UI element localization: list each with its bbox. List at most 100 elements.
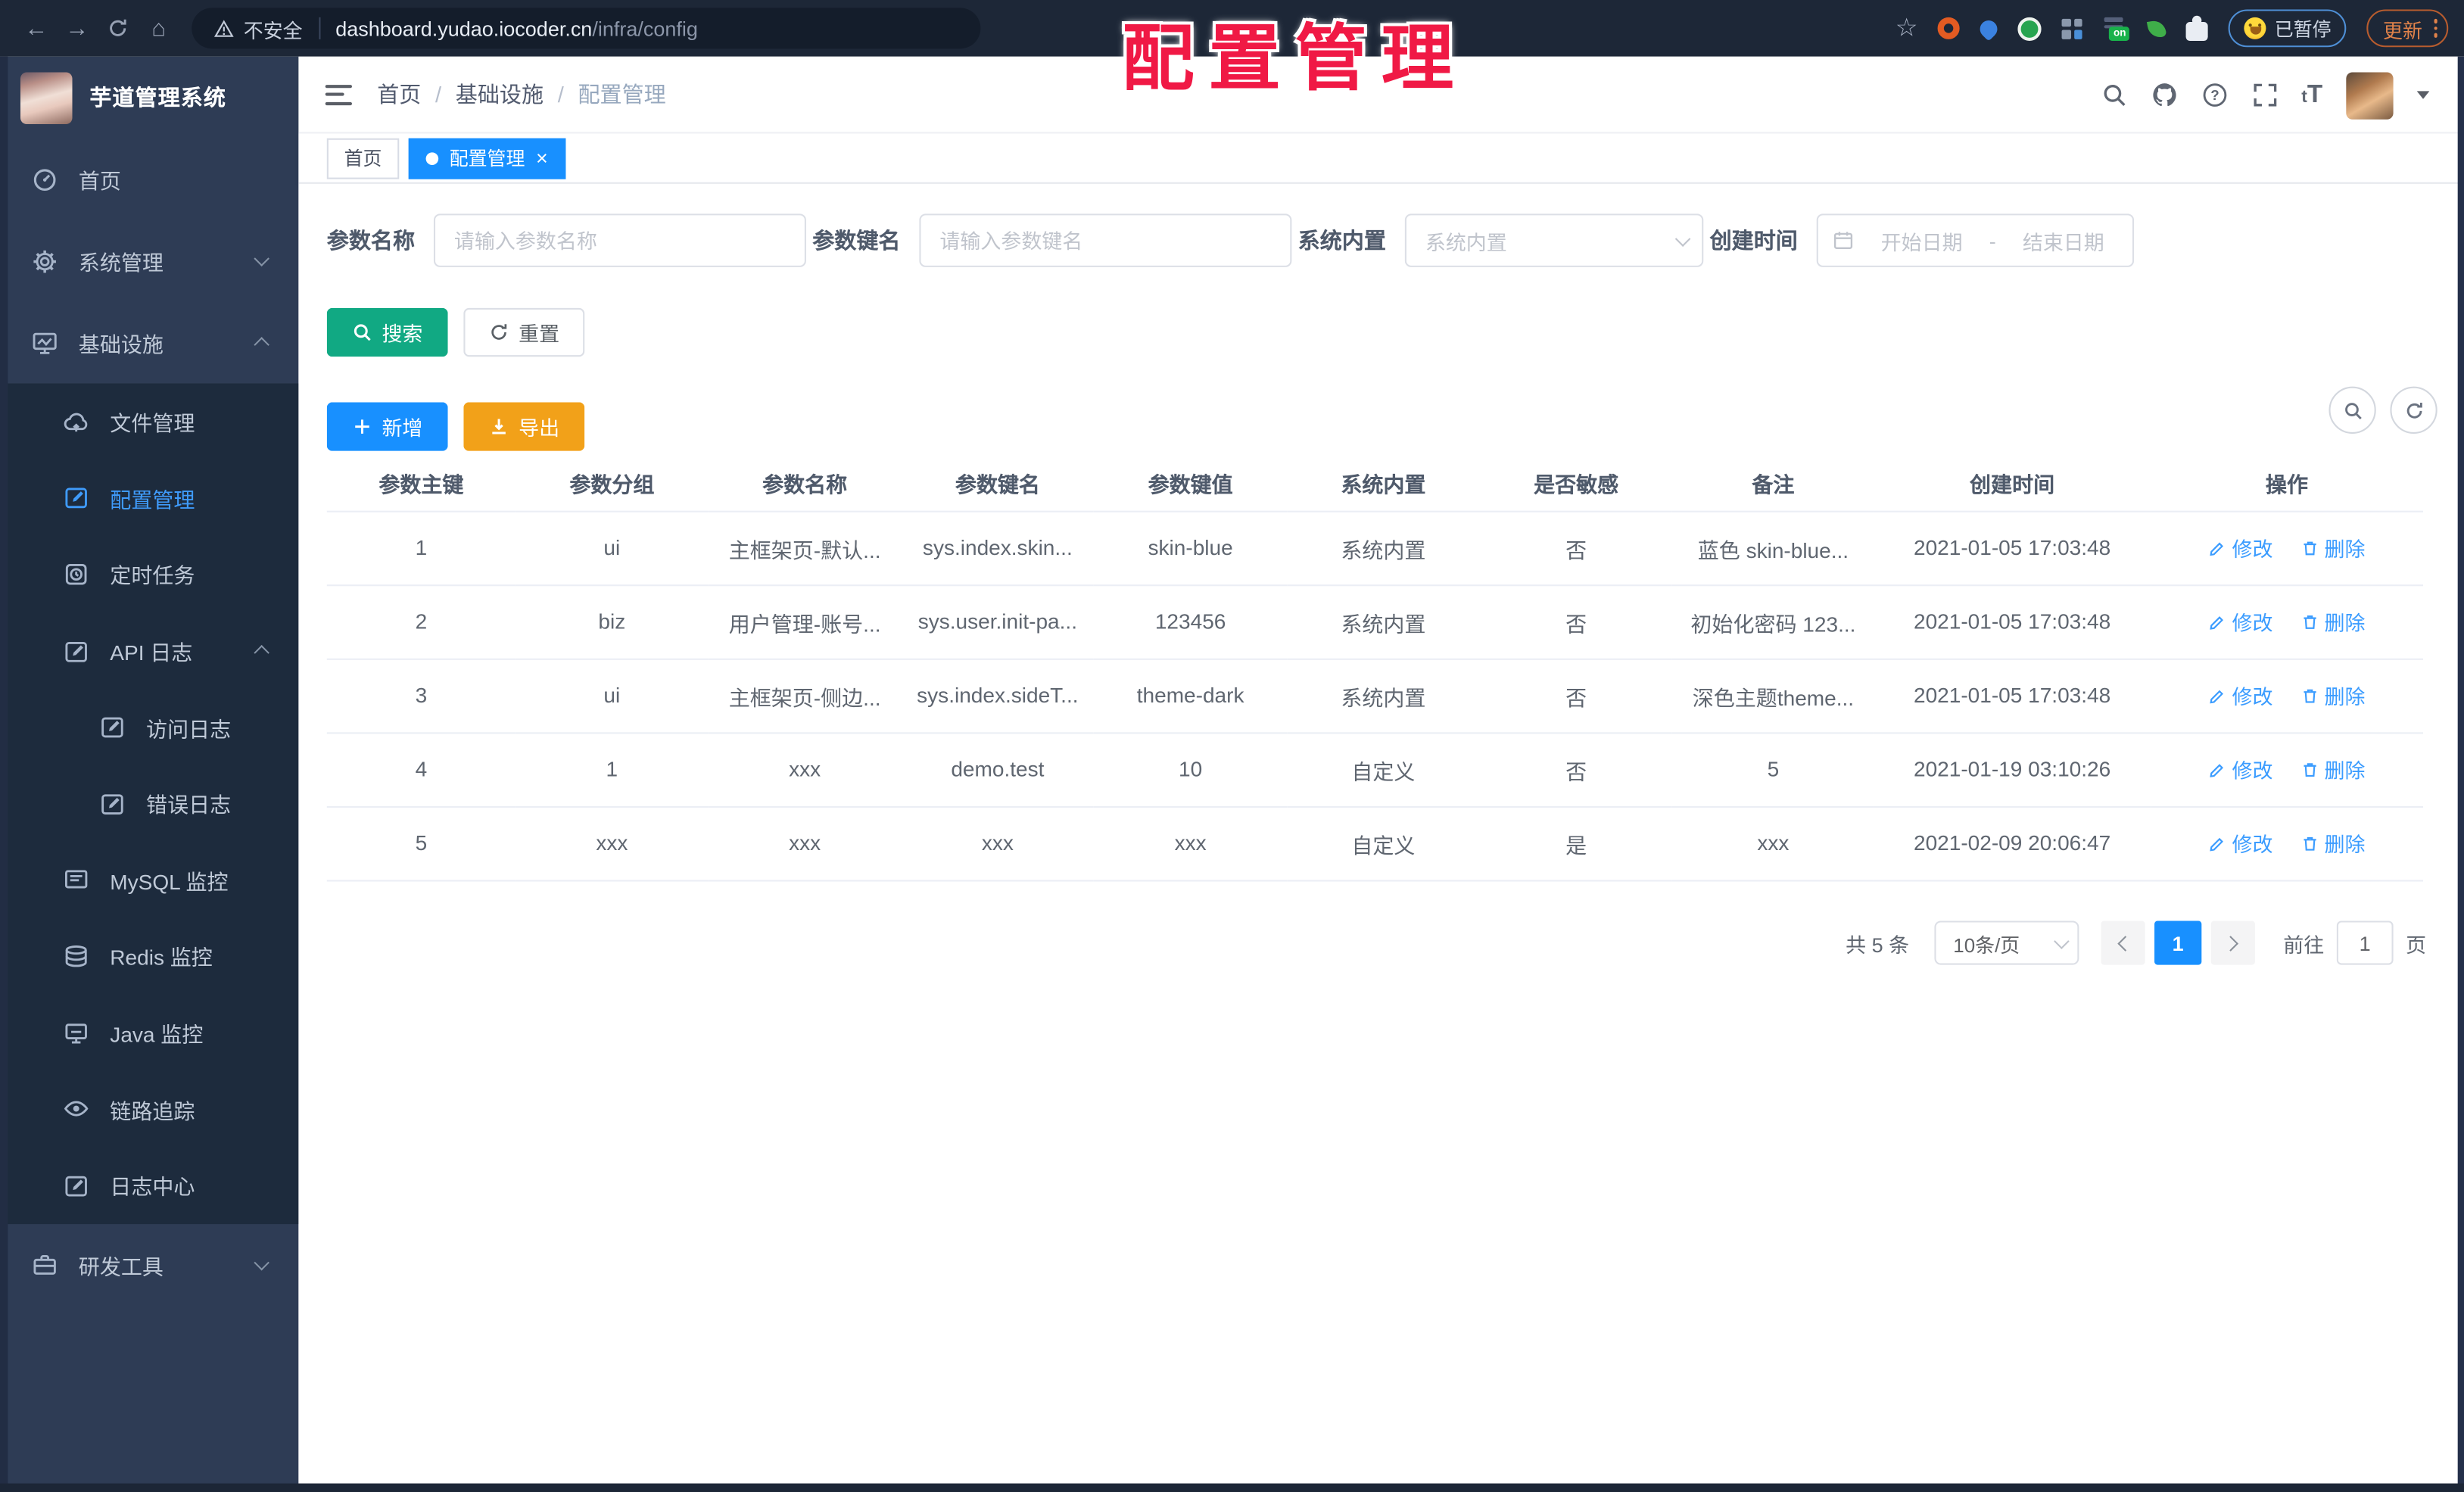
sidebar-item-system[interactable]: 系统管理 (0, 220, 298, 302)
search-icon[interactable] (2101, 82, 2127, 108)
address-bar[interactable]: 不安全 dashboard.yudao.iocoder.cn /infra/co… (192, 8, 981, 49)
emoji-face-icon (2244, 17, 2267, 39)
extension-donut-icon[interactable] (1938, 17, 1961, 39)
actions-cell: 修改 删除 (2150, 658, 2424, 734)
refresh-table-button[interactable] (2390, 386, 2438, 434)
reset-button[interactable]: 重置 (463, 307, 585, 357)
font-size-icon[interactable]: tT (2301, 81, 2322, 109)
help-icon[interactable]: ? (2201, 82, 2227, 108)
edit-link[interactable]: 修改 (2208, 533, 2272, 562)
delete-link[interactable]: 删除 (2300, 606, 2366, 636)
cell: 2021-02-09 20:06:47 (1874, 805, 2151, 881)
home-icon[interactable]: ⌂ (139, 8, 179, 48)
sidebar-item-mysql-monitor[interactable]: MySQL 监控 (0, 842, 298, 918)
delete-link[interactable]: 删除 (2300, 754, 2366, 783)
back-icon[interactable]: ← (16, 8, 57, 48)
browser-menu-icon[interactable] (2433, 19, 2438, 38)
sidebar-item-dev-tools[interactable]: 研发工具 (0, 1223, 298, 1305)
tab-config-management[interactable]: 配置管理 × (408, 137, 565, 179)
cell: 初始化密码 123... (1672, 584, 1874, 659)
page-size-select[interactable]: 10条/页 (1934, 920, 2079, 965)
cell: 主框架页-侧边... (708, 658, 902, 734)
cell: 否 (1479, 510, 1673, 586)
sidebar-item-error-logs[interactable]: 错误日志 (0, 765, 298, 842)
sidebar-item-label: 访问日志 (146, 718, 232, 742)
app-logo-row[interactable]: 芋道管理系统 (0, 57, 298, 139)
search-icon (2342, 400, 2363, 420)
param-key-input[interactable] (919, 213, 1292, 267)
date-range-picker[interactable]: 开始日期 - 结束日期 (1816, 213, 2135, 267)
breadcrumb-separator: / (557, 81, 564, 107)
breadcrumb-infra[interactable]: 基础设施 (456, 79, 544, 111)
sidebar-collapse-icon[interactable] (325, 84, 352, 105)
github-icon[interactable] (2151, 82, 2177, 108)
cell: 否 (1479, 732, 1673, 807)
window-edge-bottom (0, 1482, 2464, 1492)
current-page-button[interactable]: 1 (2154, 920, 2202, 965)
search-button[interactable]: 搜索 (326, 307, 448, 357)
sidebar-item-home[interactable]: 首页 (0, 139, 298, 220)
user-avatar[interactable] (2346, 71, 2394, 119)
update-button[interactable]: 更新 (2367, 9, 2449, 48)
cell: 主框架页-默认... (708, 510, 902, 586)
sidebar-item-log-center[interactable]: 日志中心 (0, 1147, 298, 1223)
tab-label: 配置管理 (449, 148, 525, 170)
sidebar-item-config-management[interactable]: 配置管理 (0, 459, 298, 536)
delete-link[interactable]: 删除 (2300, 533, 2366, 562)
edit-square-icon (99, 790, 126, 817)
edit-link[interactable]: 修改 (2208, 754, 2272, 783)
sidebar-item-java-monitor[interactable]: Java 监控 (0, 995, 298, 1071)
actions-cell: 修改 删除 (2150, 510, 2424, 586)
col-header: 是否敏感 (1479, 453, 1673, 512)
sidebar: 芋道管理系统 首页 系统管理 基础设施 文件管理 配置管理 定时任务 API 日… (0, 56, 299, 1492)
sidebar-item-access-logs[interactable]: 访问日志 (0, 689, 298, 765)
tab-home[interactable]: 首页 (326, 137, 400, 179)
sidebar-item-redis-monitor[interactable]: Redis 监控 (0, 918, 298, 995)
cell: 1 (515, 732, 709, 807)
sidebar-item-scheduled-jobs[interactable]: 定时任务 (0, 536, 298, 612)
edit-link[interactable]: 修改 (2208, 681, 2272, 710)
delete-link[interactable]: 删除 (2300, 681, 2366, 710)
cell: 用户管理-账号... (708, 584, 902, 659)
prev-page-button[interactable] (2101, 920, 2145, 965)
extensions-puzzle-icon[interactable] (2186, 15, 2209, 40)
edit-link[interactable]: 修改 (2208, 828, 2272, 858)
forward-icon[interactable]: → (57, 8, 98, 48)
sidebar-item-tracing[interactable]: 链路追踪 (0, 1070, 298, 1147)
col-header: 参数分组 (515, 453, 709, 512)
cell: 否 (1479, 584, 1673, 659)
extension-leaf-icon[interactable] (2147, 18, 2168, 39)
close-icon[interactable]: × (536, 148, 548, 168)
cell: biz (515, 584, 709, 659)
export-button-label: 导出 (519, 416, 560, 441)
edit-link[interactable]: 修改 (2208, 606, 2272, 636)
sidebar-item-file-management[interactable]: 文件管理 (0, 384, 298, 460)
extension-on-badge-icon[interactable]: on (2104, 16, 2130, 41)
sidebar-item-api-logs[interactable]: API 日志 (0, 612, 298, 689)
delete-link[interactable]: 删除 (2300, 828, 2366, 858)
user-menu-caret-icon[interactable] (2416, 91, 2430, 99)
goto-page-input[interactable] (2336, 920, 2394, 965)
cell: demo.test (901, 732, 1095, 807)
sidebar-item-label: 错误日志 (146, 793, 232, 818)
url-path: /infra/config (592, 16, 698, 40)
paused-badge[interactable]: 已暂停 (2229, 9, 2347, 48)
reload-icon[interactable] (98, 8, 139, 48)
sidebar-item-infra[interactable]: 基础设施 (0, 302, 298, 384)
fullscreen-icon[interactable] (2251, 82, 2278, 108)
browser-window: ← → ⌂ 不安全 dashboard.yudao.iocoder.cn /in… (0, 0, 2464, 1492)
export-button[interactable]: 导出 (463, 402, 585, 451)
param-name-input[interactable] (433, 213, 806, 267)
builtin-select[interactable]: 系统内置 (1404, 213, 1704, 267)
cell: 自定义 (1286, 732, 1480, 807)
next-page-button[interactable] (2210, 920, 2255, 965)
bookmark-star-icon[interactable]: ☆ (1896, 13, 1918, 45)
add-button[interactable]: 新增 (326, 402, 448, 451)
extension-green-circle-icon[interactable] (2018, 16, 2042, 40)
extension-pin-icon[interactable] (1976, 16, 2002, 41)
extension-grid-icon[interactable] (2062, 17, 2083, 39)
toggle-search-button[interactable] (2328, 386, 2376, 434)
breadcrumb-home[interactable]: 首页 (377, 79, 421, 111)
date-separator: - (1989, 229, 1996, 253)
config-table: 参数主键 参数分组 参数名称 参数键名 参数键值 系统内置 是否敏感 备注 创建… (326, 453, 2424, 881)
